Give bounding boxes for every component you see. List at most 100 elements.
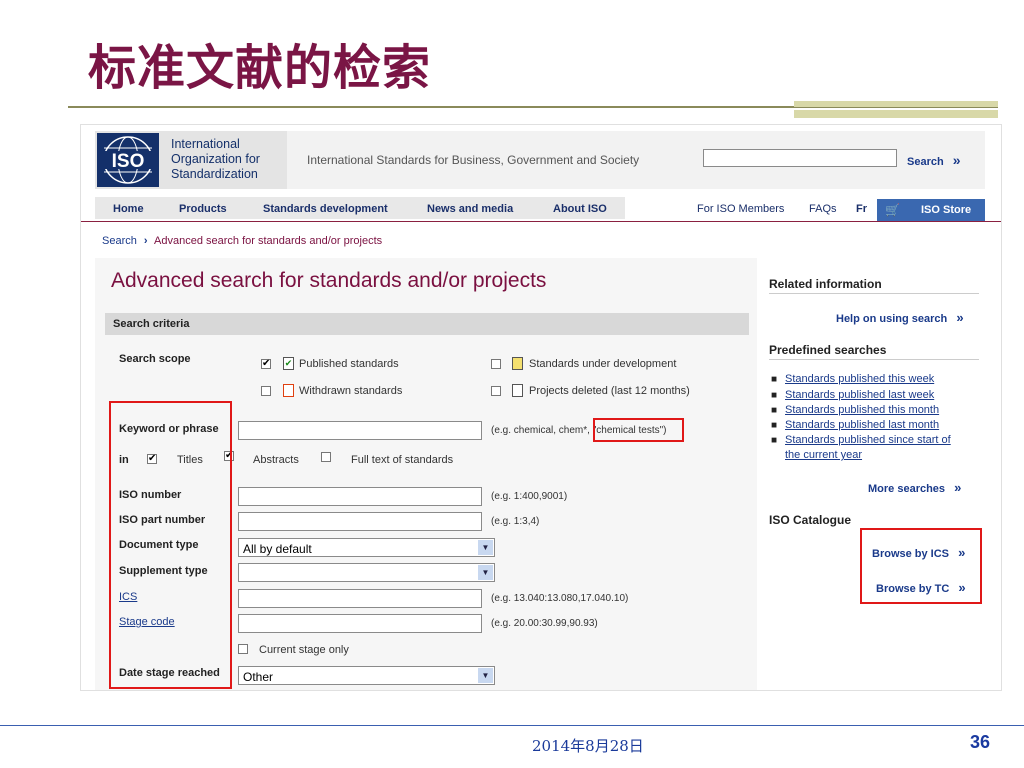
iso-number-input[interactable]: [238, 487, 482, 506]
catalogue-highlight-box: [860, 528, 982, 604]
title-decoration: [794, 101, 998, 107]
withdrawn-standards-checkbox[interactable]: [261, 386, 271, 396]
site-search-input[interactable]: [703, 149, 897, 167]
nav-item-products[interactable]: Products: [179, 203, 227, 215]
bullet-icon: ■: [771, 374, 778, 385]
iso-store-button[interactable]: 🛒 ISO Store: [877, 199, 985, 221]
withdrawn-document-icon: [283, 384, 294, 397]
ics-hint: (e.g. 13.040:13.080,17.040.10): [491, 593, 629, 604]
page-number: 36: [970, 732, 991, 752]
full-text-label: Full text of standards: [351, 454, 454, 466]
nav-link-faqs[interactable]: FAQs: [809, 203, 837, 215]
keyword-input[interactable]: [238, 421, 482, 440]
breadcrumb: Search › Advanced search for standards a…: [102, 235, 382, 247]
footer-date: 2014年8月28日: [532, 737, 644, 755]
bullet-icon: ■: [771, 435, 778, 446]
predefined-link-start-of-year[interactable]: Standards published since start of: [785, 434, 951, 446]
org-name: International Organization for Standardi…: [171, 137, 260, 182]
predefined-link-this-week[interactable]: Standards published this week: [785, 373, 934, 385]
ics-input[interactable]: [238, 589, 482, 608]
phrase-highlight-box: [593, 418, 684, 442]
footer-rule: [0, 725, 1024, 726]
help-link-label: Help on using search: [836, 313, 948, 325]
logo-text: ISO: [112, 151, 145, 172]
document-type-select[interactable]: All by default ▼: [238, 538, 495, 557]
projects-deleted-label: Projects deleted (last 12 months): [529, 385, 690, 397]
chevron-right-icon: »: [952, 152, 961, 168]
cart-icon: 🛒: [885, 203, 900, 217]
predefined-link-last-week[interactable]: Standards published last week: [785, 389, 934, 401]
breadcrumb-root-link[interactable]: Search: [102, 235, 137, 247]
nav-item-about-iso[interactable]: About ISO: [553, 203, 607, 215]
predefined-link-this-month[interactable]: Standards published this month: [785, 404, 939, 416]
stage-code-input[interactable]: [238, 614, 482, 633]
org-name-line: International: [171, 137, 240, 151]
stage-code-hint: (e.g. 20.00:30.99,90.93): [491, 618, 598, 629]
search-scope-label: Search scope: [119, 353, 191, 365]
more-searches-label: More searches: [868, 483, 946, 495]
current-stage-only-checkbox[interactable]: [238, 644, 248, 654]
iso-catalogue-heading: ISO Catalogue: [769, 513, 852, 527]
title-decoration: [794, 110, 998, 118]
iso-part-number-input[interactable]: [238, 512, 482, 531]
keyword-hint-text: (e.g. chemical, chem*,: [491, 425, 593, 436]
withdrawn-standards-label: Withdrawn standards: [299, 385, 403, 397]
page-title: Advanced search for standards and/or pro…: [111, 269, 547, 292]
slide-title: 标准文献的检索: [88, 40, 432, 96]
chevron-right-icon: »: [954, 480, 962, 495]
predefined-searches-heading: Predefined searches: [769, 343, 887, 357]
bullet-icon: ■: [771, 405, 778, 416]
iso-number-hint: (e.g. 1:400,9001): [491, 491, 568, 502]
main-nav: Home Products Standards development News…: [95, 197, 625, 219]
nav-item-standards-development[interactable]: Standards development: [263, 203, 388, 215]
chevron-down-icon: ▼: [478, 668, 493, 683]
predefined-link-last-month[interactable]: Standards published last month: [785, 419, 939, 431]
bullet-icon: ■: [771, 420, 778, 431]
chevron-right-icon: »: [956, 310, 964, 325]
iso-globe-logo-icon: ISO: [97, 133, 159, 187]
tagline: International Standards for Business, Go…: [307, 153, 640, 167]
checkmark-icon: ✔: [262, 358, 271, 369]
trash-icon: [512, 384, 523, 397]
labels-highlight-box: [109, 401, 232, 689]
help-link[interactable]: Help on using search »: [836, 310, 964, 325]
nav-link-for-iso-members[interactable]: For ISO Members: [697, 203, 784, 215]
under-development-label: Standards under development: [529, 358, 677, 370]
under-development-checkbox[interactable]: [491, 359, 501, 369]
nav-divider: [81, 221, 1001, 222]
date-stage-value: Other: [243, 670, 274, 684]
criteria-bar: Search criteria: [105, 313, 749, 335]
search-button-label: Search: [907, 156, 944, 168]
draft-document-icon: [512, 357, 523, 370]
nav-item-home[interactable]: Home: [113, 203, 144, 215]
sidebar-divider: [769, 293, 979, 294]
related-information-heading: Related information: [769, 277, 882, 291]
date-stage-select[interactable]: Other ▼: [238, 666, 495, 685]
bullet-icon: ■: [771, 390, 778, 401]
checkmark-icon: ✔: [284, 358, 293, 368]
published-standards-checkbox[interactable]: ✔: [261, 359, 271, 369]
nav-item-news-and-media[interactable]: News and media: [427, 203, 513, 215]
sidebar-divider: [769, 359, 979, 360]
supplement-type-select[interactable]: ▼: [238, 563, 495, 582]
projects-deleted-checkbox[interactable]: [491, 386, 501, 396]
iso-header: ISO International Organization for Stand…: [95, 131, 985, 189]
more-searches-link[interactable]: More searches »: [868, 480, 961, 495]
chevron-down-icon: ▼: [478, 565, 493, 580]
chevron-down-icon: ▼: [478, 540, 493, 555]
nav-link-french[interactable]: Fr: [856, 203, 867, 215]
predefined-link-start-of-year-cont[interactable]: the current year: [785, 449, 862, 461]
org-name-line: Standardization: [171, 167, 258, 181]
iso-advanced-search-screenshot: ISO International Organization for Stand…: [80, 124, 1002, 691]
published-standards-label: Published standards: [299, 358, 399, 370]
store-label: ISO Store: [921, 204, 972, 216]
document-type-value: All by default: [243, 542, 312, 556]
iso-logo-area[interactable]: ISO International Organization for Stand…: [95, 131, 287, 189]
published-document-icon: ✔: [283, 357, 294, 370]
breadcrumb-arrow-icon: ›: [143, 235, 148, 247]
criteria-bar-label: Search criteria: [113, 318, 190, 330]
iso-part-number-hint: (e.g. 1:3,4): [491, 516, 540, 527]
org-name-line: Organization for: [171, 152, 260, 166]
full-text-checkbox[interactable]: [321, 452, 331, 462]
site-search-button[interactable]: Search »: [907, 152, 961, 168]
